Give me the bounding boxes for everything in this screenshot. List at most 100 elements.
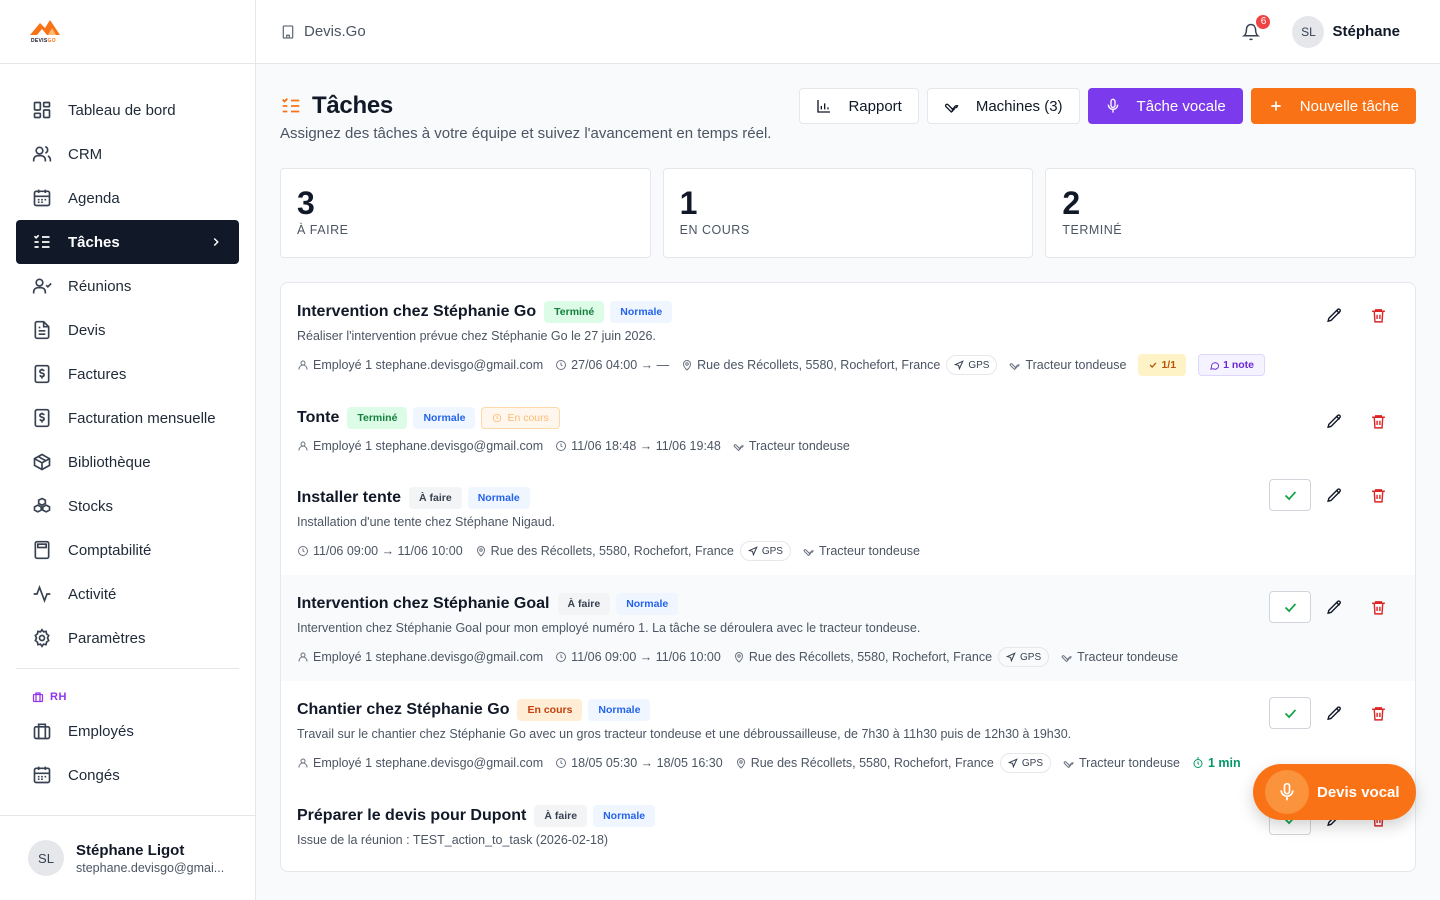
clock-icon (556, 652, 567, 662)
sidebar-item-stocks[interactable]: Stocks (16, 484, 239, 528)
edit-button[interactable] (1313, 591, 1355, 623)
status-badge: Terminé (347, 407, 408, 429)
sidebar-item-comptabilite[interactable]: Comptabilité (16, 528, 239, 572)
sidebar-item-bibliotheque[interactable]: Bibliothèque (16, 440, 239, 484)
complete-button[interactable] (1269, 697, 1311, 729)
microphone-icon (1265, 770, 1309, 814)
edit-button[interactable] (1313, 479, 1355, 511)
status-badge: À faire (534, 805, 588, 827)
report-button[interactable]: Rapport (799, 88, 919, 124)
check-icon (1150, 362, 1157, 368)
sidebar-item-label: Réunions (68, 277, 132, 295)
clock-icon (556, 758, 567, 768)
priority-badge: Normale (413, 407, 476, 429)
task-item[interactable]: Installer tente À faire Normale Installa… (281, 469, 1415, 575)
user-icon (298, 360, 308, 370)
sidebar-item-tableau-de-bord[interactable]: Tableau de bord (16, 88, 239, 132)
task-item[interactable]: Chantier chez Stéphanie Go En cours Norm… (281, 681, 1415, 787)
topbar: Devis.Go 6 SL Stéphane (256, 0, 1440, 64)
complete-button[interactable] (1269, 591, 1311, 623)
complete-button[interactable] (1269, 479, 1311, 511)
edit-button[interactable] (1313, 697, 1355, 729)
page-header: Tâches Assignez des tâches à votre équip… (280, 64, 1416, 168)
edit-button[interactable] (1313, 405, 1355, 437)
pencil-icon (1326, 599, 1341, 614)
task-description: Intervention chez Stéphanie Goal pour mo… (297, 621, 921, 635)
task-employee: Employé 1 stephane.devisgo@gmail.com (297, 358, 543, 372)
stat-value: 2 (1062, 185, 1081, 221)
clock-icon (556, 360, 567, 370)
gps-button[interactable]: GPS (946, 355, 998, 375)
sidebar-item-label: Paramètres (68, 629, 146, 647)
wrench-icon (803, 549, 814, 557)
map-pin-icon (734, 652, 743, 663)
users-icon (32, 145, 52, 162)
task-item[interactable]: Intervention chez Stéphanie Goal À faire… (281, 575, 1415, 681)
sidebar-item-activite[interactable]: Activité (16, 572, 239, 616)
sidebar-divider (16, 668, 239, 669)
sidebar-item-facturation-mensuelle[interactable]: Facturation mensuelle (16, 396, 239, 440)
status-badge: En cours (517, 699, 583, 721)
calendar-icon (33, 766, 51, 784)
check-icon (1284, 490, 1296, 500)
building-icon (282, 24, 294, 39)
avatar: SL (28, 840, 64, 876)
notification-count-badge: 6 (1254, 12, 1273, 31)
task-item[interactable]: Intervention chez Stéphanie Go Terminé N… (281, 283, 1415, 389)
voice-task-button[interactable]: Tâche vocale (1087, 88, 1243, 124)
voice-quote-fab[interactable]: Devis vocal (1253, 764, 1416, 820)
trash-icon (1371, 600, 1385, 615)
new-task-button[interactable]: Nouvelle tâche (1250, 88, 1416, 124)
sidebar-item-taches[interactable]: Tâches (16, 220, 239, 264)
sidebar-item-parametres[interactable]: Paramètres (16, 616, 239, 660)
briefcase-icon (32, 692, 44, 703)
fab-label: Devis vocal (1317, 783, 1400, 801)
breadcrumb[interactable]: Devis.Go (280, 23, 366, 40)
gps-button[interactable]: GPS (998, 647, 1050, 667)
brand-logo[interactable]: DEVISGO (28, 17, 62, 47)
microphone-icon (1107, 98, 1118, 113)
sidebar-item-conges[interactable]: Congés (16, 753, 239, 797)
notifications-button[interactable]: 6 (1242, 12, 1273, 42)
sidebar-item-devis[interactable]: Devis (16, 308, 239, 352)
pencil-icon (1326, 487, 1341, 502)
page-actions: Rapport Machines (3) Tâche vocale Nouvel… (791, 88, 1416, 124)
sidebar: DEVISGO Tableau de bord CRM Agenda Tâche… (0, 0, 256, 900)
task-list: Intervention chez Stéphanie Go Terminé N… (280, 282, 1416, 872)
sidebar-item-reunions[interactable]: Réunions (16, 264, 239, 308)
priority-badge: Normale (593, 805, 656, 827)
gps-button[interactable]: GPS (999, 753, 1051, 773)
sidebar-item-employes[interactable]: Employés (16, 709, 239, 753)
delete-button[interactable] (1357, 299, 1399, 331)
sidebar-item-agenda[interactable]: Agenda (16, 176, 239, 220)
task-actions (1311, 405, 1399, 437)
calculator-icon (34, 540, 50, 560)
delete-button[interactable] (1357, 697, 1399, 729)
delete-button[interactable] (1357, 479, 1399, 511)
notes-badge[interactable]: 1 note (1198, 354, 1265, 376)
delete-button[interactable] (1357, 405, 1399, 437)
task-item[interactable]: Tonte Terminé Normale En cours Employé 1… (281, 389, 1415, 469)
task-item[interactable]: Préparer le devis pour Dupont À faire No… (281, 787, 1415, 871)
delete-button[interactable] (1357, 591, 1399, 623)
sidebar-user[interactable]: SL Stéphane Ligot stephane.devisgo@gmai.… (0, 815, 255, 900)
trash-icon (1371, 414, 1385, 429)
sidebar-item-crm[interactable]: CRM (16, 132, 239, 176)
user-menu[interactable]: SL Stéphane (1292, 15, 1416, 48)
edit-button[interactable] (1313, 299, 1355, 331)
task-title: Intervention chez Stéphanie Goal (297, 595, 550, 612)
task-title: Tonte (297, 409, 340, 426)
task-machine: Tracteur tondeuse (1063, 756, 1180, 770)
navigation-icon (954, 360, 965, 370)
monthly-billing-icon (34, 408, 50, 428)
timer-icon (1193, 757, 1203, 768)
task-machine: Tracteur tondeuse (733, 439, 850, 453)
task-actions (1267, 479, 1399, 511)
task-meta: Employé 1 stephane.devisgo@gmail.com 18/… (297, 752, 1399, 774)
task-address: Rue des Récollets, 5580, Rochefort, Fran… (681, 358, 940, 372)
stat-label: EN COURS (679, 223, 750, 237)
machines-button[interactable]: Machines (3) (926, 88, 1080, 124)
gps-button[interactable]: GPS (739, 541, 791, 561)
wrench-icon (1063, 761, 1074, 769)
sidebar-item-factures[interactable]: Factures (16, 352, 239, 396)
